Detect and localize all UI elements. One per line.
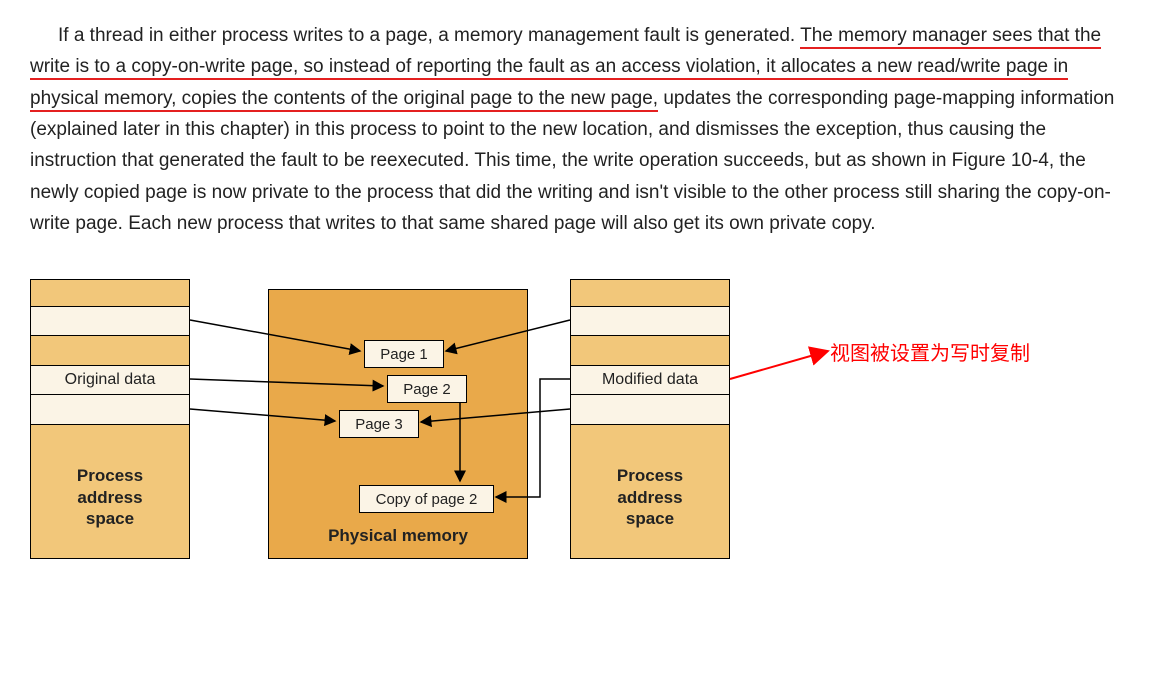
proc-left-data-label: Original data: [65, 371, 156, 389]
copy-of-page-2: Copy of page 2: [359, 485, 494, 513]
physical-memory-box: Page 1 Page 2 Page 3 Copy of page 2 Phys…: [268, 289, 528, 559]
proc-left-data-row: Original data: [31, 365, 189, 395]
proc-left-stripe-top: [31, 306, 189, 336]
proc-right-data-row: Modified data: [571, 365, 729, 395]
proc-right-stripe-bottom: [571, 395, 729, 425]
page-1: Page 1: [364, 340, 444, 368]
body-paragraph: If a thread in either process writes to …: [30, 20, 1136, 239]
process-box-right: Modified data Process address space: [570, 279, 730, 559]
physical-memory-caption: Physical memory: [269, 526, 527, 546]
page-3: Page 3: [339, 410, 419, 438]
proc-left-caption: Process address space: [31, 465, 189, 529]
cow-diagram: Original data Process address space Page…: [30, 279, 1136, 579]
proc-left-stripe-bottom: [31, 395, 189, 425]
para-part1: If a thread in either process writes to …: [58, 25, 800, 46]
red-annotation: 视图被设置为写时复制: [830, 337, 1030, 366]
proc-right-caption: Process address space: [571, 465, 729, 529]
process-box-left: Original data Process address space: [30, 279, 190, 559]
proc-right-stripe-top: [571, 306, 729, 336]
proc-right-data-label: Modified data: [602, 371, 698, 389]
page-2: Page 2: [387, 375, 467, 403]
